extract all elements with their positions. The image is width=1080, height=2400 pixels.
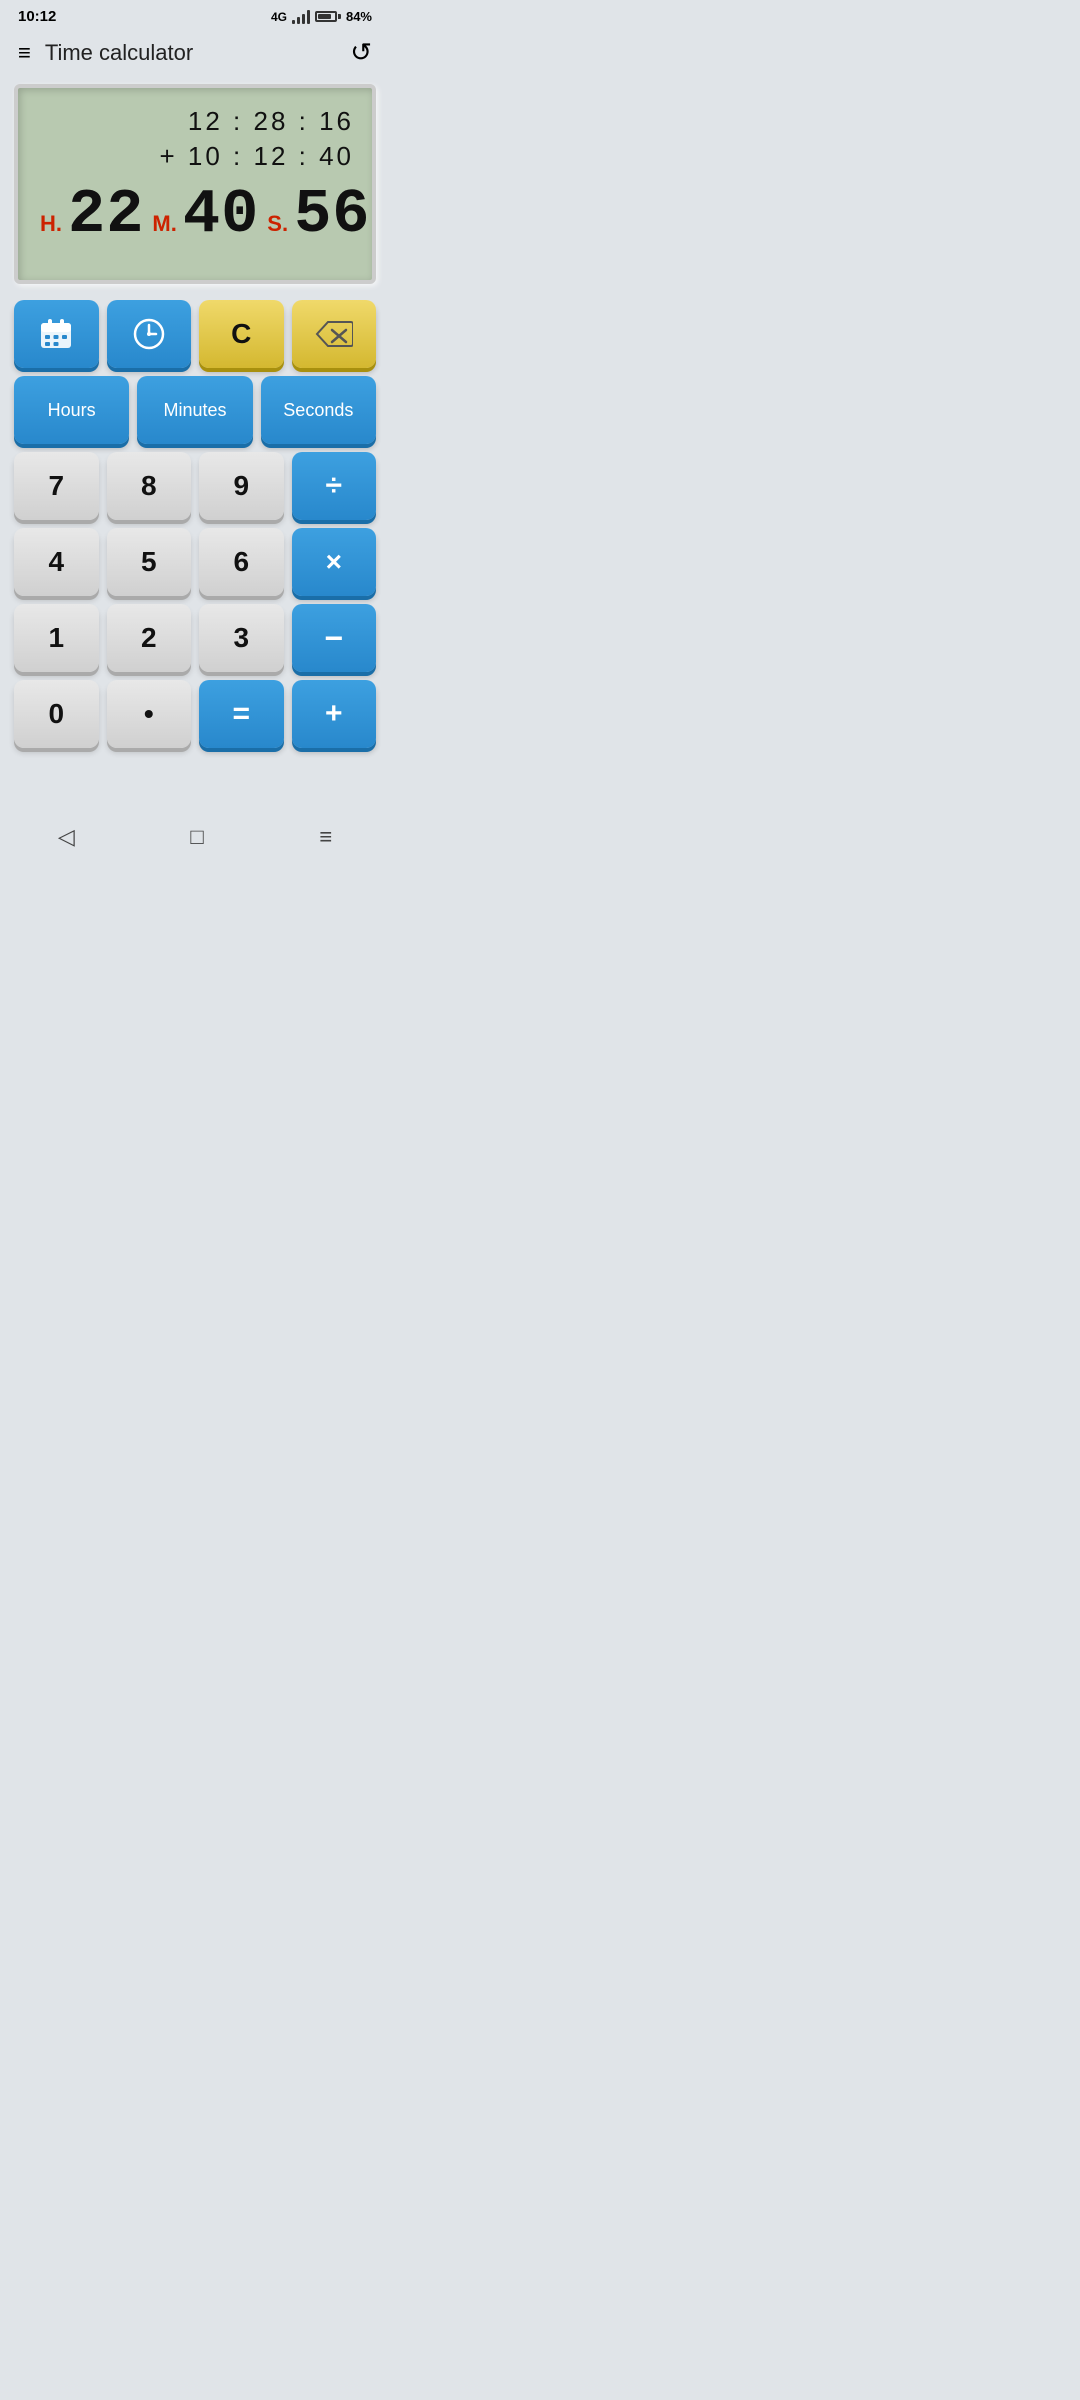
menu-button[interactable]: ≡ [18,42,31,64]
btn-3-label: 3 [233,622,249,654]
seconds-result: S. 56 [267,184,370,246]
btn-8-label: 8 [141,470,157,502]
btn-equals[interactable]: = [199,680,284,748]
btn-2-label: 2 [141,622,157,654]
minutes-button-label: Minutes [163,400,226,421]
btn-8[interactable]: 8 [107,452,192,520]
btn-multiply[interactable]: × [292,528,377,596]
display-line1: 12 : 28 : 16 [188,106,354,137]
minutes-result: M. 40 [152,184,259,246]
keypad-row3: 7 8 9 ÷ [14,452,376,520]
display-result: H. 22 M. 40 S. 56 [36,184,354,246]
navigation-bar: ◁ □ ≡ [0,810,390,860]
battery-percent: 84% [346,9,372,24]
keypad-row4: 4 5 6 × [14,528,376,596]
hours-result: H. 22 [40,184,144,246]
btn-3[interactable]: 3 [199,604,284,672]
keypad-row2: Hours Minutes Seconds [14,376,376,444]
btn-5[interactable]: 5 [107,528,192,596]
seconds-button[interactable]: Seconds [261,376,376,444]
nav-home-button[interactable]: □ [190,824,203,850]
keypad: C Hours Minutes Seconds 7 8 [0,294,390,756]
btn-6-label: 6 [233,546,249,578]
nav-back-button[interactable]: ◁ [58,824,75,850]
calendar-button[interactable] [14,300,99,368]
hours-value: 22 [68,184,144,246]
btn-5-label: 5 [141,546,157,578]
clock-icon [131,316,167,352]
btn-6[interactable]: 6 [199,528,284,596]
btn-1[interactable]: 1 [14,604,99,672]
btn-dot[interactable]: • [107,680,192,748]
btn-add-label: + [325,697,343,731]
calendar-icon [38,316,74,352]
seconds-label: S. [267,211,288,237]
hours-button[interactable]: Hours [14,376,129,444]
top-bar: ≡ Time calculator ↺ [0,29,390,78]
btn-4[interactable]: 4 [14,528,99,596]
clear-button[interactable]: C [199,300,284,368]
seconds-value: 56 [294,184,370,246]
battery-icon [315,11,341,22]
status-bar: 10:12 4G 84% [0,0,390,29]
history-button[interactable]: ↺ [350,37,372,68]
btn-4-label: 4 [48,546,64,578]
clear-label: C [231,318,251,350]
btn-divide[interactable]: ÷ [292,452,377,520]
btn-multiply-label: × [326,546,342,578]
btn-9[interactable]: 9 [199,452,284,520]
hours-button-label: Hours [48,400,96,421]
status-right: 4G 84% [271,9,372,24]
btn-7[interactable]: 7 [14,452,99,520]
btn-equals-label: = [232,697,250,731]
minutes-value: 40 [183,184,259,246]
minutes-button[interactable]: Minutes [137,376,252,444]
hours-label: H. [40,211,62,237]
keypad-row6: 0 • = + [14,680,376,748]
app-title: Time calculator [45,40,193,66]
nav-menu-button[interactable]: ≡ [319,824,332,850]
btn-7-label: 7 [48,470,64,502]
minutes-label: M. [152,211,176,237]
btn-1-label: 1 [48,622,64,654]
btn-2[interactable]: 2 [107,604,192,672]
btn-0-label: 0 [48,698,64,730]
btn-subtract-label: − [324,620,343,657]
clock-button[interactable] [107,300,192,368]
btn-9-label: 9 [233,470,249,502]
signal-icon [292,10,310,24]
backspace-button[interactable] [292,300,377,368]
display-lines: 12 : 28 : 16 + 10 : 12 : 40 [36,106,354,172]
btn-subtract[interactable]: − [292,604,377,672]
seconds-button-label: Seconds [283,400,353,421]
btn-add[interactable]: + [292,680,377,748]
display-line2: + 10 : 12 : 40 [159,141,354,172]
keypad-row5: 1 2 3 − [14,604,376,672]
status-time: 10:12 [18,8,56,25]
btn-dot-label: • [144,698,154,730]
keypad-row1: C [14,300,376,368]
btn-divide-label: ÷ [326,469,342,503]
top-bar-left: ≡ Time calculator [18,40,193,66]
backspace-icon [315,320,353,348]
btn-0[interactable]: 0 [14,680,99,748]
signal-label: 4G [271,10,287,24]
calculator-display: 12 : 28 : 16 + 10 : 12 : 40 H. 22 M. 40 … [14,84,376,284]
